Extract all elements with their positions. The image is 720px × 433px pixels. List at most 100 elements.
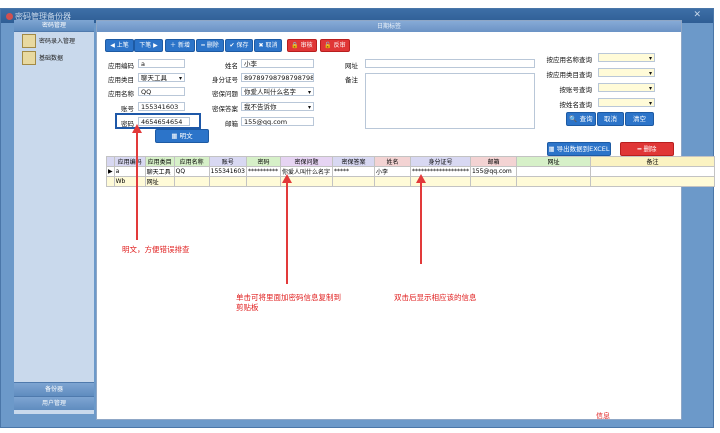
- table-cell[interactable]: [331, 176, 375, 187]
- table-cell[interactable]: [515, 166, 591, 177]
- id-number-input[interactable]: 897897987987987987: [241, 73, 314, 82]
- table-cell[interactable]: [245, 176, 281, 187]
- email-input[interactable]: 155@qq.com: [241, 117, 314, 126]
- annotation-left: 明文，方便错误排查: [122, 245, 190, 254]
- app-code-input[interactable]: a: [138, 59, 185, 68]
- sidebar-item-label: 密码录入管理: [39, 38, 76, 45]
- sidebar-item-basic-data[interactable]: 基础数据: [14, 49, 94, 66]
- col-header-id-number[interactable]: 身分证号: [409, 156, 471, 167]
- search-account-select[interactable]: [598, 83, 655, 92]
- search-app-name-select[interactable]: [598, 53, 655, 62]
- account-label: 账号: [121, 105, 134, 113]
- sidebar: 密码管理 密码录入管理 基础数据 备份器 用户管理: [14, 20, 94, 414]
- table-cell[interactable]: [173, 176, 210, 187]
- app-category-select[interactable]: 聊天工具: [138, 73, 185, 82]
- id-number-label: 身分证号: [212, 76, 238, 84]
- app-name-input[interactable]: QQ: [138, 87, 185, 96]
- search-account-label: 按账号查询: [559, 86, 593, 94]
- col-header-app-category[interactable]: 应用类目: [144, 156, 175, 167]
- col-header-app-code[interactable]: 应用编码: [113, 156, 146, 167]
- sidebar-header[interactable]: 密码管理: [14, 20, 94, 32]
- secret-answer-label: 密保答案: [212, 105, 238, 113]
- sidebar-item-password-entry[interactable]: 密码录入管理: [14, 32, 94, 49]
- sidebar-footer-backup[interactable]: 备份器: [14, 382, 94, 396]
- table-cell[interactable]: [589, 176, 715, 187]
- table-cell[interactable]: [373, 176, 411, 187]
- unaudit-button[interactable]: 🔓 反审: [320, 39, 350, 52]
- grid-header-row: 应用编码 应用类目 应用名称 账号 密码 密保问题 密保答案 姓名 身分证号 邮…: [106, 156, 715, 167]
- cancel-button[interactable]: ✖ 取消: [254, 39, 282, 52]
- table-cell[interactable]: 聊天工具: [144, 166, 175, 177]
- app-icon: [6, 13, 13, 20]
- plaintext-button[interactable]: ▦ 明文: [155, 129, 209, 143]
- notebook-icon: [22, 33, 36, 48]
- footer-info-text: 信息: [596, 412, 610, 420]
- sidebar-item-label: 基础数据: [39, 55, 64, 62]
- delete-button[interactable]: ━ 删除: [196, 39, 224, 52]
- next-button[interactable]: 下笔 ▶: [134, 39, 163, 52]
- search-cancel-button[interactable]: 取消: [597, 112, 624, 126]
- row-marker-header: [106, 156, 115, 167]
- audit-button[interactable]: 🔒 审核: [287, 39, 317, 52]
- main-title: 日期标签: [97, 21, 681, 32]
- col-header-secret-answer[interactable]: 密保答案: [331, 156, 375, 167]
- save-button[interactable]: ✔ 保存: [225, 39, 253, 52]
- col-header-secret-question[interactable]: 密保问题: [279, 156, 333, 167]
- secret-question-select[interactable]: 你爱人叫什么名字: [241, 87, 314, 96]
- secret-question-label: 密保问题: [212, 90, 238, 98]
- add-button[interactable]: ＋ 新增: [165, 39, 195, 52]
- account-input[interactable]: 155341603: [138, 102, 185, 111]
- table-row[interactable]: Wb 网址: [106, 176, 715, 187]
- table-cell[interactable]: [589, 166, 715, 177]
- table-cell[interactable]: 小李: [373, 166, 411, 177]
- table-cell[interactable]: *****: [331, 166, 375, 177]
- table-cell[interactable]: **********: [245, 166, 281, 177]
- row-marker: [106, 176, 115, 187]
- table-cell[interactable]: 155341603: [208, 166, 247, 177]
- query-button[interactable]: 🔍 查询: [566, 112, 596, 126]
- table-cell[interactable]: [208, 176, 247, 187]
- app-category-label: 应用类目: [108, 76, 134, 84]
- close-icon[interactable]: ✕: [693, 10, 701, 20]
- col-header-email[interactable]: 邮箱: [469, 156, 517, 167]
- url-label: 网址: [345, 62, 358, 70]
- col-header-url[interactable]: 网址: [515, 156, 591, 167]
- folder-icon: [22, 50, 36, 65]
- search-name-select[interactable]: [598, 98, 655, 107]
- sidebar-footer-users[interactable]: 用户管理: [14, 396, 94, 410]
- table-cell[interactable]: 155@qq.com: [469, 166, 517, 177]
- table-cell[interactable]: Wb: [113, 176, 146, 187]
- annotation-arrow-left: [136, 132, 138, 240]
- prev-button[interactable]: ◀ 上笔: [105, 39, 134, 52]
- app-code-label: 应用编码: [108, 62, 134, 70]
- col-header-app-name[interactable]: 应用名称: [173, 156, 210, 167]
- col-header-name[interactable]: 姓名: [373, 156, 411, 167]
- search-app-name-label: 按应用名称查询: [546, 56, 593, 64]
- annotation-middle-line2: 剪贴板: [236, 303, 259, 312]
- remark-label: 备注: [345, 76, 358, 84]
- clear-button[interactable]: 清空: [625, 112, 654, 126]
- export-excel-button[interactable]: ▦ 导出数据到EXCEL: [547, 142, 611, 156]
- col-header-account[interactable]: 账号: [208, 156, 247, 167]
- annotation-arrow-right: [420, 182, 422, 264]
- data-grid: 应用编码 应用类目 应用名称 账号 密码 密保问题 密保答案 姓名 身分证号 邮…: [106, 156, 715, 187]
- name-input[interactable]: 小李: [241, 59, 314, 68]
- search-app-category-label: 按应用类目查询: [546, 71, 593, 79]
- search-name-label: 按姓名查询: [559, 101, 593, 109]
- secret-answer-select[interactable]: 我不告诉你: [241, 102, 314, 111]
- table-cell[interactable]: QQ: [173, 166, 210, 177]
- app-name-label: 应用名称: [108, 90, 134, 98]
- col-header-remark[interactable]: 备注: [589, 156, 715, 167]
- table-cell[interactable]: 网址: [144, 176, 175, 187]
- table-cell[interactable]: a: [113, 166, 146, 177]
- table-cell[interactable]: [515, 176, 591, 187]
- password-highlight-box: [115, 113, 201, 129]
- table-cell[interactable]: [469, 176, 517, 187]
- search-app-category-select[interactable]: [598, 68, 655, 77]
- table-row[interactable]: ▶ a 聊天工具 QQ 155341603 ********** 你爱人叫什么名…: [106, 166, 715, 177]
- url-input[interactable]: [365, 59, 535, 68]
- row-marker: ▶: [106, 166, 115, 177]
- grid-delete-button[interactable]: ━ 删除: [620, 142, 674, 156]
- col-header-password[interactable]: 密码: [245, 156, 281, 167]
- remark-textarea[interactable]: [365, 73, 535, 129]
